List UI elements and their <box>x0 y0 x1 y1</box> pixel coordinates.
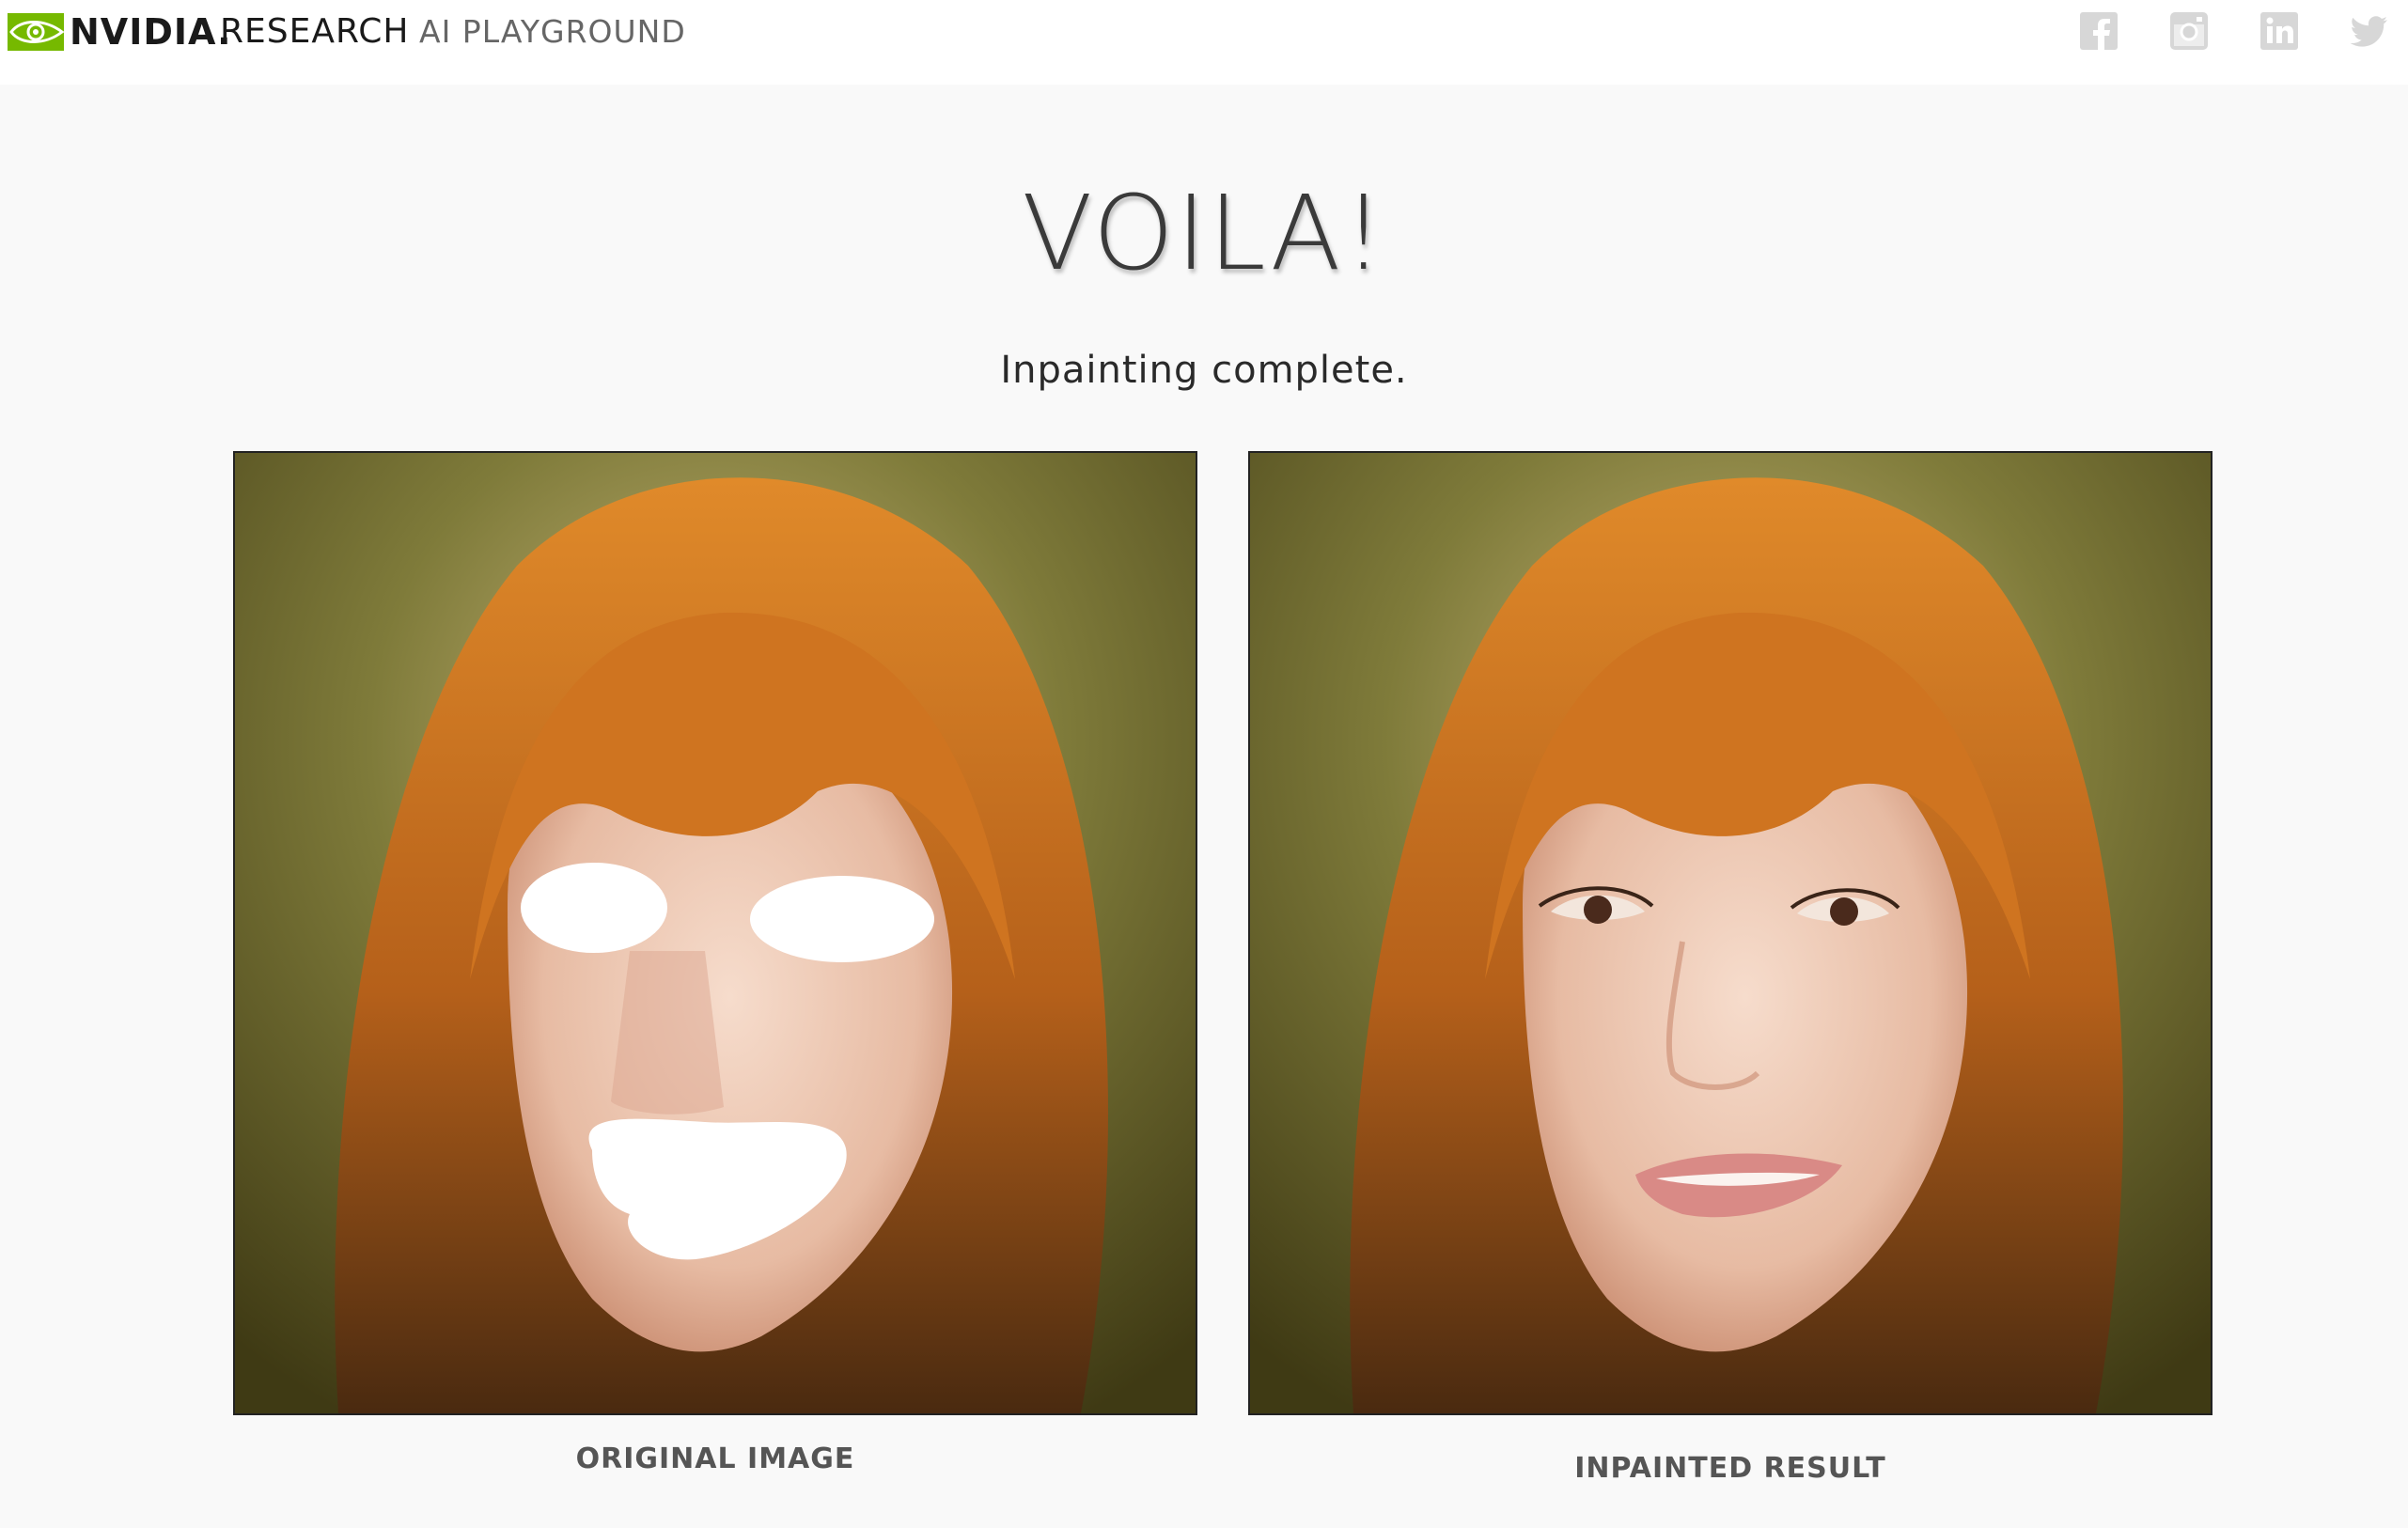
brand-logo-text[interactable]: NVIDIA. <box>70 11 232 53</box>
original-image <box>233 451 1197 1415</box>
product-name[interactable]: AI PLAYGROUND <box>419 11 686 53</box>
original-image-caption: ORIGINAL IMAGE <box>575 1442 855 1475</box>
facebook-icon[interactable] <box>2079 11 2119 51</box>
status-message: Inpainting complete. <box>1000 349 1408 392</box>
research-label: RESEARCH <box>220 12 410 51</box>
inpainted-result-image <box>1248 451 2213 1415</box>
linkedin-icon[interactable] <box>2259 11 2299 51</box>
instagram-icon[interactable] <box>2169 11 2209 51</box>
top-bar: NVIDIA. RESEARCH AI PLAYGROUND <box>0 0 2408 85</box>
inpainted-result-caption: INPAINTED RESULT <box>1574 1452 1886 1485</box>
twitter-icon[interactable] <box>2350 11 2389 51</box>
page: NVIDIA. RESEARCH AI PLAYGROUND VOILA! In… <box>0 0 2408 1528</box>
nvidia-logo-icon[interactable] <box>8 13 64 51</box>
page-title: VOILA! <box>1022 173 1386 293</box>
